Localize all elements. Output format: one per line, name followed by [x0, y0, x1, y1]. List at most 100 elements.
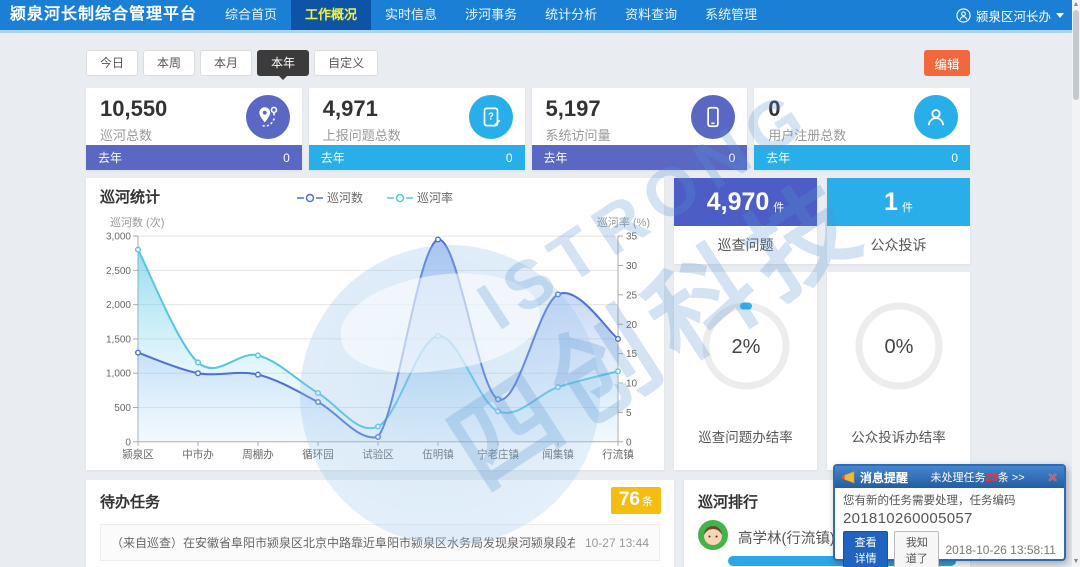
gauge-card-2[interactable]: 0% 公众投诉办结率: [827, 272, 970, 470]
gauge-label: 公众投诉办结率: [851, 430, 946, 445]
svg-text:2,000: 2,000: [106, 300, 131, 311]
svg-text:0%: 0%: [884, 336, 913, 358]
svg-text:2,500: 2,500: [106, 266, 131, 277]
edit-button[interactable]: 编辑: [924, 50, 970, 76]
todo-item-1[interactable]: （来自巡查）在安徽省阜阳市颍泉区北京中路靠近阜阳市颍泉区水务局发现泉河颍泉段右岸…: [100, 524, 660, 561]
issue-unit: 件: [773, 202, 785, 214]
svg-text:中市办: 中市办: [182, 448, 214, 461]
acknowledge-button[interactable]: 我知道了: [894, 531, 940, 567]
issue-box-value-area: 1件: [827, 178, 970, 226]
issue-unit: 件: [901, 202, 913, 214]
issue-label: 公众投诉: [870, 237, 927, 253]
issue-label: 巡查问题: [717, 237, 774, 253]
todo-item-time: 10-27 13:44: [584, 535, 649, 550]
notification-footer: 查看详情 我知道了 2018-10-26 13:58:11: [835, 527, 1064, 567]
svg-text:周棚办: 周棚办: [242, 448, 274, 461]
todo-item-text: （来自巡查）在安徽省阜阳市颍泉区北京中路靠近阜阳市颍泉区水务局发现泉河颍泉段右岸…: [111, 536, 575, 550]
task-code: 201810260005057: [843, 510, 973, 527]
unprocessed-count: 23: [985, 472, 998, 484]
time-filter-tabs: 今日 本周 本月 本年 自定义: [86, 50, 379, 80]
filter-tab-5[interactable]: 自定义: [314, 50, 379, 76]
filter-tab-4[interactable]: 本年: [257, 50, 310, 80]
todo-count-unit: 条: [642, 496, 653, 508]
svg-text:3,000: 3,000: [106, 232, 131, 243]
legend-label: 巡河率: [417, 191, 454, 205]
dashboard-page: 颍泉河长制综合管理平台 综合首页 工作概况 实时信息 涉河事务 统计分析 资料查询 系统管理…: [0, 0, 1080, 567]
issue-box-1[interactable]: 4,970 件巡查问题: [674, 178, 817, 264]
view-detail-button[interactable]: 查看详情: [843, 531, 889, 567]
stat-card-4[interactable]: 0 用户注册总数 去年 0: [754, 88, 970, 170]
stat-value: 5,197: [545, 96, 601, 121]
nav-item-1[interactable]: 综合首页: [211, 0, 291, 30]
svg-text:10: 10: [626, 379, 638, 390]
stat-footer-label: 去年: [543, 151, 568, 165]
stat-footer-value: 0: [283, 150, 290, 165]
close-icon[interactable]: ✕: [1047, 471, 1058, 484]
stat-footer-label: 去年: [98, 151, 123, 165]
stat-footer-value: 0: [951, 150, 958, 165]
nav-item-7[interactable]: 系统管理: [691, 0, 771, 30]
legend-item-2[interactable]: 巡河率: [387, 189, 453, 206]
todo-list: （来自巡查）在安徽省阜阳市颍泉区北京中路靠近阜阳市颍泉区水务局发现泉河颍泉段右岸…: [100, 524, 660, 561]
svg-text:20: 20: [626, 320, 638, 331]
user-icon: [914, 95, 958, 139]
svg-text:25: 25: [626, 290, 638, 301]
svg-text:5: 5: [626, 408, 632, 419]
svg-text:试验区: 试验区: [362, 448, 394, 461]
svg-text:?: ?: [488, 112, 494, 123]
top-navbar: 颍泉河长制综合管理平台 综合首页 工作概况 实时信息 涉河事务 统计分析 资料查询 系统管理…: [0, 0, 1080, 30]
stat-footer: 去年 0: [86, 145, 302, 170]
stat-card-1[interactable]: 10,550 巡河总数 去年 0: [86, 88, 302, 170]
svg-text:500: 500: [114, 403, 131, 414]
scrollbar-up-arrow[interactable]: ▲: [1072, 0, 1080, 10]
issue-box-2[interactable]: 1 件公众投诉: [827, 178, 970, 264]
stat-footer: 去年 0: [754, 145, 970, 170]
stat-footer: 去年 0: [308, 145, 525, 170]
stat-footer: 去年 0: [531, 145, 748, 170]
stat-card-2[interactable]: 4,971 上报问题总数? 去年 0: [308, 88, 525, 170]
stat-footer-label: 去年: [320, 151, 345, 165]
scrollbar-down-arrow[interactable]: ▼: [1072, 557, 1080, 567]
unprocessed-tasks-link[interactable]: 未处理任务23条 >>: [912, 469, 1043, 485]
notification-body: 您有新的任务需要处理，任务编码 201810260005057: [835, 488, 1064, 527]
svg-text:行流镇: 行流镇: [602, 448, 634, 461]
patrol-chart[interactable]: 3,000 2,500 2,000 1,500 1,000 500 0 35 30 25 20 15 1…: [92, 228, 658, 468]
main-menu: 综合首页 工作概况 实时信息 涉河事务 统计分析 资料查询 系统管理: [211, 0, 771, 30]
legend-item-1[interactable]: 巡河数: [296, 189, 363, 206]
chevron-down-icon: [1056, 12, 1064, 18]
user-name: 颍泉区河长办: [975, 9, 1051, 24]
svg-text:1,500: 1,500: [106, 334, 131, 345]
stat-footer-label: 去年: [766, 151, 791, 165]
svg-text:颍泉区: 颍泉区: [122, 448, 154, 461]
issue-value: 1: [884, 187, 898, 216]
user-menu[interactable]: 颍泉区河长办: [956, 0, 1064, 30]
nav-item-4[interactable]: 涉河事务: [451, 0, 531, 30]
svg-text:循环园: 循环园: [302, 448, 333, 461]
chart-legend: 巡河数 巡河率: [86, 189, 664, 206]
issues-panel: 4,970 件巡查问题 1 件公众投诉 2% 巡查问题办结率 0% 公众投诉办结率: [674, 178, 970, 470]
todo-count-badge[interactable]: 76 条: [610, 487, 661, 514]
scrollbar-thumb[interactable]: [1073, 10, 1079, 100]
notification-title: 消息提醒: [860, 470, 909, 485]
filter-tab-1[interactable]: 今日: [86, 50, 139, 76]
gauge-card-1[interactable]: 2% 巡查问题办结率: [674, 272, 817, 470]
todo-count: 76: [618, 489, 640, 510]
phone-icon: [691, 95, 736, 139]
notification-header: 消息提醒 未处理任务23条 >> ✕: [835, 466, 1064, 488]
stat-label: 系统访问量: [545, 128, 611, 143]
filter-tab-3[interactable]: 本月: [200, 50, 253, 76]
ranking-name: 高学林(行流镇): [738, 531, 835, 547]
nav-item-6[interactable]: 资料查询: [611, 0, 691, 30]
todo-card: 待办任务 76 条 （来自巡查）在安徽省阜阳市颍泉区北京中路靠近阜阳市颍泉区水务局…: [86, 480, 674, 567]
nav-item-3[interactable]: 实时信息: [371, 0, 451, 30]
app-title: 颍泉河长制综合管理平台: [10, 6, 198, 23]
notification-message: 您有新的任务需要处理，任务编码: [843, 495, 1016, 507]
vertical-scrollbar[interactable]: ▲ ▼: [1072, 0, 1080, 567]
nav-item-2[interactable]: 工作概况: [291, 0, 372, 30]
issue-value: 4,970: [706, 187, 770, 216]
legend-marker-icon: [296, 193, 323, 202]
filter-tab-2[interactable]: 本周: [143, 50, 196, 76]
stat-card-3[interactable]: 5,197 系统访问量去年 0: [531, 88, 748, 170]
todo-title: 待办任务: [100, 494, 161, 511]
nav-item-5[interactable]: 统计分析: [531, 0, 611, 30]
